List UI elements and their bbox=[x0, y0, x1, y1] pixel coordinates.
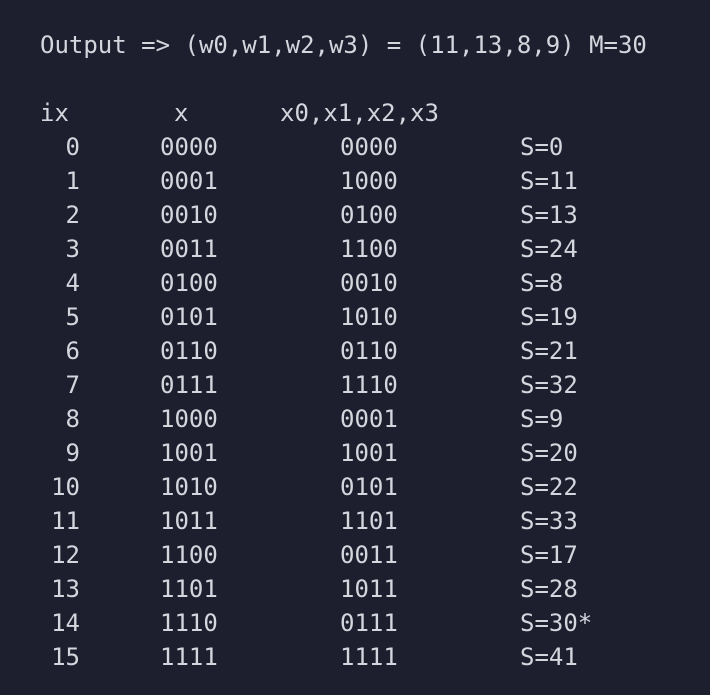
table-row: 15 1111 1111 S=41 bbox=[0, 640, 710, 674]
cell-x: 1110 bbox=[160, 609, 218, 637]
cell-xs: 0100 bbox=[340, 201, 398, 229]
cell-ix: 11 bbox=[51, 507, 80, 535]
table-row: 4 0100 0010 S=8 bbox=[0, 266, 710, 300]
cell-s: S=20 bbox=[520, 439, 578, 467]
cell-x: 0100 bbox=[160, 269, 218, 297]
cell-xs: 0011 bbox=[340, 541, 398, 569]
cell-s: S=41 bbox=[520, 643, 578, 671]
cell-s: S=21 bbox=[520, 337, 578, 365]
header-ix: ix bbox=[40, 99, 69, 127]
table-header-row: ix x x0,x1,x2,x3 bbox=[0, 96, 710, 130]
cell-ix: 4 bbox=[65, 269, 80, 297]
table-row: 1 0001 1000 S=11 bbox=[0, 164, 710, 198]
table-row: 11 1011 1101 S=33 bbox=[0, 504, 710, 538]
header-xs: x0,x1,x2,x3 bbox=[280, 99, 439, 127]
table-row: 3 0011 1100 S=24 bbox=[0, 232, 710, 266]
cell-x: 0000 bbox=[160, 133, 218, 161]
cell-x: 1011 bbox=[160, 507, 218, 535]
cell-s: S=22 bbox=[520, 473, 578, 501]
cell-xs: 0110 bbox=[340, 337, 398, 365]
cell-s: S=17 bbox=[520, 541, 578, 569]
table-row: 12 1100 0011 S=17 bbox=[0, 538, 710, 572]
cell-s: S=0 bbox=[520, 133, 564, 161]
cell-x: 1001 bbox=[160, 439, 218, 467]
cell-ix: 14 bbox=[51, 609, 80, 637]
cell-ix: 9 bbox=[65, 439, 80, 467]
cell-xs: 1100 bbox=[340, 235, 398, 263]
cell-xs: 0001 bbox=[340, 405, 398, 433]
table-row: 8 1000 0001 S=9 bbox=[0, 402, 710, 436]
cell-xs: 1010 bbox=[340, 303, 398, 331]
cell-xs: 1011 bbox=[340, 575, 398, 603]
cell-xs: 0000 bbox=[340, 133, 398, 161]
cell-s: S=24 bbox=[520, 235, 578, 263]
cell-s: S=19 bbox=[520, 303, 578, 331]
cell-xs: 1111 bbox=[340, 643, 398, 671]
cell-x: 0001 bbox=[160, 167, 218, 195]
cell-ix: 5 bbox=[65, 303, 80, 331]
table-row: 0 0000 0000 S=0 bbox=[0, 130, 710, 164]
cell-x: 0110 bbox=[160, 337, 218, 365]
table-row: 13 1101 1011 S=28 bbox=[0, 572, 710, 606]
cell-ix: 0 bbox=[65, 133, 80, 161]
cell-x: 1111 bbox=[160, 643, 218, 671]
cell-s: S=33 bbox=[520, 507, 578, 535]
table-row: 10 1010 0101 S=22 bbox=[0, 470, 710, 504]
cell-ix: 6 bbox=[65, 337, 80, 365]
output-line: Output => (w0,w1,w2,w3) = (11,13,8,9) M=… bbox=[40, 31, 647, 59]
cell-s: S=9 bbox=[520, 405, 564, 433]
cell-x: 1000 bbox=[160, 405, 218, 433]
cell-xs: 0111 bbox=[340, 609, 398, 637]
cell-x: 0111 bbox=[160, 371, 218, 399]
cell-s: S=11 bbox=[520, 167, 578, 195]
cell-x: 1100 bbox=[160, 541, 218, 569]
table-row: 7 0111 1110 S=32 bbox=[0, 368, 710, 402]
cell-ix: 8 bbox=[65, 405, 80, 433]
cell-ix: 10 bbox=[51, 473, 80, 501]
cell-ix: 12 bbox=[51, 541, 80, 569]
cell-ix: 7 bbox=[65, 371, 80, 399]
cell-x: 0010 bbox=[160, 201, 218, 229]
cell-xs: 1000 bbox=[340, 167, 398, 195]
cell-s: S=30* bbox=[520, 609, 593, 637]
cell-s: S=13 bbox=[520, 201, 578, 229]
cell-x: 1101 bbox=[160, 575, 218, 603]
cell-ix: 2 bbox=[65, 201, 80, 229]
cell-xs: 1001 bbox=[340, 439, 398, 467]
cell-s: S=8 bbox=[520, 269, 564, 297]
cell-ix: 1 bbox=[65, 167, 80, 195]
cell-ix: 13 bbox=[51, 575, 80, 603]
cell-ix: 3 bbox=[65, 235, 80, 263]
cell-xs: 0010 bbox=[340, 269, 398, 297]
terminal-output: Output => (w0,w1,w2,w3) = (11,13,8,9) M=… bbox=[0, 0, 710, 695]
cell-ix: 15 bbox=[51, 643, 80, 671]
cell-s: S=28 bbox=[520, 575, 578, 603]
header-x: x bbox=[174, 99, 189, 127]
cell-x: 0011 bbox=[160, 235, 218, 263]
cell-s: S=32 bbox=[520, 371, 578, 399]
cell-xs: 1110 bbox=[340, 371, 398, 399]
table-row: 14 1110 0111 S=30* bbox=[0, 606, 710, 640]
table-row: 2 0010 0100 S=13 bbox=[0, 198, 710, 232]
table-row: 5 0101 1010 S=19 bbox=[0, 300, 710, 334]
cell-x: 1010 bbox=[160, 473, 218, 501]
cell-xs: 0101 bbox=[340, 473, 398, 501]
cell-x: 0101 bbox=[160, 303, 218, 331]
cell-xs: 1101 bbox=[340, 507, 398, 535]
table-row: 6 0110 0110 S=21 bbox=[0, 334, 710, 368]
table-row: 9 1001 1001 S=20 bbox=[0, 436, 710, 470]
